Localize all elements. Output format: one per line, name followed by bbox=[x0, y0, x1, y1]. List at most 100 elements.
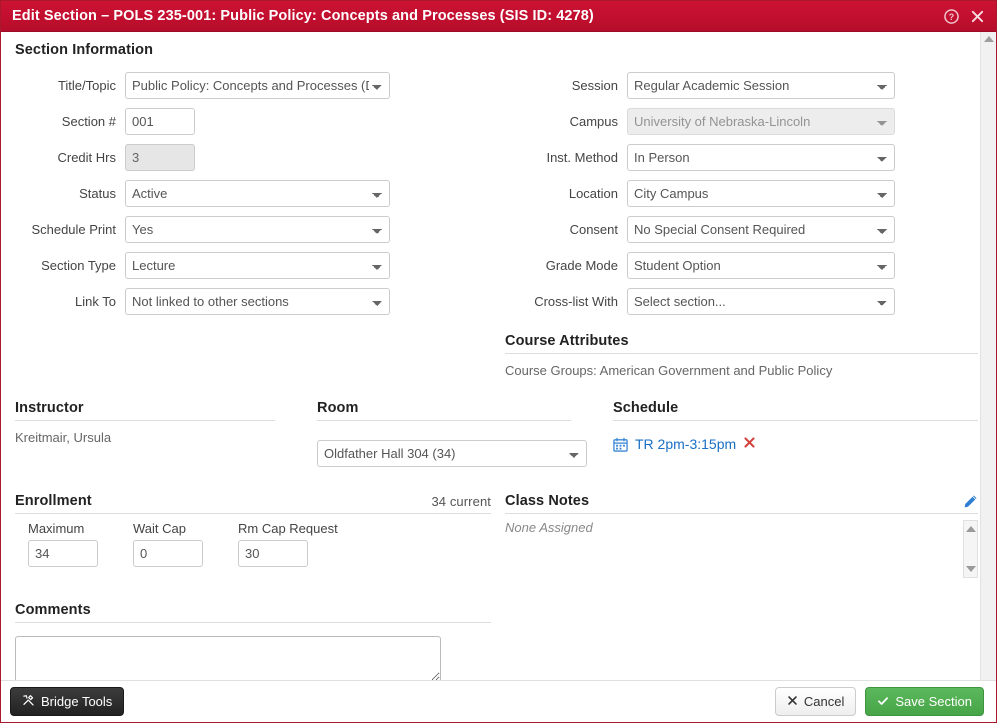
field-row-campus: Campus University of Nebraska-Lincoln bbox=[505, 108, 978, 135]
field-label-consent: Consent bbox=[569, 222, 618, 237]
svg-text:?: ? bbox=[949, 11, 954, 21]
section-information-form: Title/Topic Public Policy: Concepts and … bbox=[15, 72, 978, 378]
comments-textarea[interactable] bbox=[15, 636, 441, 680]
room-block: Room Oldfather Hall 304 (34) bbox=[317, 400, 613, 467]
section-number-input[interactable] bbox=[125, 108, 195, 135]
enrollment-field-maximum: Maximum bbox=[28, 521, 98, 567]
field-row-schedule-print: Schedule Print Yes bbox=[15, 216, 505, 243]
enrollment-block: Enrollment 34 current Maximum Wait Cap bbox=[15, 493, 505, 578]
field-label-grade-mode: Grade Mode bbox=[545, 258, 618, 273]
field-row-location: Location City Campus bbox=[505, 180, 978, 207]
location-select[interactable]: City Campus bbox=[627, 180, 895, 207]
section-type-select[interactable]: Lecture bbox=[125, 252, 390, 279]
field-label-schedule-print: Schedule Print bbox=[31, 222, 116, 237]
credit-hrs-input bbox=[125, 144, 195, 171]
field-row-section-number: Section # bbox=[15, 108, 505, 135]
field-row-link-to: Link To Not linked to other sections bbox=[15, 288, 505, 315]
course-attributes-text: Course Groups: American Government and P… bbox=[505, 363, 833, 378]
field-label-credit-hrs: Credit Hrs bbox=[57, 150, 116, 165]
enrollment-field-wait-cap: Wait Cap bbox=[133, 521, 203, 567]
class-notes-heading: Class Notes bbox=[505, 493, 590, 509]
title-topic-select[interactable]: Public Policy: Concepts and Processes (D bbox=[125, 72, 390, 99]
scroll-up-arrow-icon[interactable] bbox=[965, 526, 976, 532]
consent-select[interactable]: No Special Consent Required bbox=[627, 216, 895, 243]
class-notes-text: None Assigned bbox=[505, 520, 593, 535]
course-attributes-heading: Course Attributes bbox=[505, 333, 629, 349]
field-label-inst-method: Inst. Method bbox=[546, 150, 618, 165]
cross-list-with-select[interactable]: Select section... bbox=[627, 288, 895, 315]
inst-method-select[interactable]: In Person bbox=[627, 144, 895, 171]
enrollment-rm-cap-request-input[interactable] bbox=[238, 540, 308, 567]
enrollment-field-rm-cap-request: Rm Cap Request bbox=[238, 521, 338, 567]
enrollment-label-rm-cap-request: Rm Cap Request bbox=[238, 521, 338, 536]
modal-scrollbar[interactable] bbox=[980, 32, 996, 680]
scroll-down-arrow-icon[interactable] bbox=[965, 566, 976, 572]
close-icon[interactable] bbox=[969, 8, 986, 25]
cancel-button[interactable]: Cancel bbox=[774, 686, 857, 717]
enrollment-maximum-input[interactable] bbox=[28, 540, 98, 567]
section-information-heading: Section Information bbox=[15, 42, 154, 58]
field-row-inst-method: Inst. Method In Person bbox=[505, 144, 978, 171]
comments-heading-row: Comments bbox=[15, 602, 491, 623]
field-label-section-type: Section Type bbox=[41, 258, 116, 273]
field-row-consent: Consent No Special Consent Required bbox=[505, 216, 978, 243]
pencil-edit-icon[interactable] bbox=[963, 494, 978, 509]
modal-content: Section Information Title/Topic Public P… bbox=[15, 42, 978, 680]
schedule-print-select[interactable]: Yes bbox=[125, 216, 390, 243]
bridge-tools-button[interactable]: Bridge Tools bbox=[10, 686, 125, 717]
modal-body: Section Information Title/Topic Public P… bbox=[1, 32, 996, 680]
field-label-status: Status bbox=[79, 186, 116, 201]
field-label-title-topic: Title/Topic bbox=[57, 78, 116, 93]
save-label: Save Section bbox=[895, 693, 972, 709]
modal-title: Edit Section – POLS 235-001: Public Poli… bbox=[12, 8, 594, 24]
field-row-status: Status Active bbox=[15, 180, 505, 207]
field-row-cross-list-with: Cross-list With Select section... bbox=[505, 288, 978, 315]
field-label-cross-list-with: Cross-list With bbox=[534, 294, 618, 309]
field-label-link-to: Link To bbox=[75, 294, 116, 309]
schedule-meeting-row: TR 2pm-3:15pm bbox=[613, 436, 978, 452]
enrollment-current-count: 34 current bbox=[431, 494, 491, 509]
campus-select: University of Nebraska-Lincoln bbox=[627, 108, 895, 135]
tools-icon bbox=[22, 694, 35, 709]
field-row-section-type: Section Type Lecture bbox=[15, 252, 505, 279]
cancel-label: Cancel bbox=[803, 693, 845, 709]
instructor-heading-row: Instructor bbox=[15, 400, 275, 421]
class-notes-scrollbar[interactable] bbox=[963, 520, 978, 578]
link-to-select[interactable]: Not linked to other sections bbox=[125, 288, 390, 315]
room-heading-row: Room bbox=[317, 400, 571, 421]
enrollment-label-wait-cap: Wait Cap bbox=[133, 521, 186, 536]
grade-mode-select[interactable]: Student Option bbox=[627, 252, 895, 279]
field-row-session: Session Regular Academic Session bbox=[505, 72, 978, 99]
save-section-button[interactable]: Save Section bbox=[865, 686, 984, 717]
instructor-room-schedule-row: Instructor Kreitmair, Ursula Room Oldfat… bbox=[15, 400, 978, 467]
schedule-heading: Schedule bbox=[613, 400, 679, 416]
enrollment-heading-row: Enrollment 34 current bbox=[15, 493, 491, 514]
instructor-name: Kreitmair, Ursula bbox=[15, 430, 112, 445]
enrollment-heading: Enrollment bbox=[15, 493, 92, 509]
schedule-meeting-link[interactable]: TR 2pm-3:15pm bbox=[635, 436, 736, 452]
field-label-location: Location bbox=[568, 186, 618, 201]
check-mark-icon bbox=[877, 695, 889, 709]
modal-footer: Bridge Tools Cancel Save Section bbox=[1, 680, 996, 722]
scroll-up-arrow-icon[interactable] bbox=[983, 36, 994, 42]
course-attributes-block: Course Attributes Course Groups: America… bbox=[505, 333, 978, 378]
bridge-tools-label: Bridge Tools bbox=[41, 693, 113, 709]
form-column-right: Session Regular Academic Session Campus … bbox=[505, 72, 978, 378]
session-select[interactable]: Regular Academic Session bbox=[627, 72, 895, 99]
remove-meeting-icon[interactable] bbox=[743, 436, 756, 452]
class-notes-heading-row: Class Notes bbox=[505, 493, 978, 514]
instructor-block: Instructor Kreitmair, Ursula bbox=[15, 400, 317, 467]
field-label-session: Session bbox=[571, 78, 618, 93]
edit-section-modal: Edit Section – POLS 235-001: Public Poli… bbox=[0, 0, 997, 723]
schedule-heading-row: Schedule bbox=[613, 400, 978, 421]
field-row-credit-hrs: Credit Hrs bbox=[15, 144, 505, 171]
enrollment-wait-cap-input[interactable] bbox=[133, 540, 203, 567]
calendar-icon bbox=[613, 437, 628, 452]
modal-titlebar: Edit Section – POLS 235-001: Public Poli… bbox=[1, 1, 996, 32]
question-circle-icon[interactable]: ? bbox=[943, 8, 960, 25]
comments-heading: Comments bbox=[15, 602, 91, 618]
room-select[interactable]: Oldfather Hall 304 (34) bbox=[317, 440, 587, 467]
enrollment-label-maximum: Maximum bbox=[28, 521, 85, 536]
comments-block: Comments bbox=[15, 602, 491, 680]
status-select[interactable]: Active bbox=[125, 180, 390, 207]
